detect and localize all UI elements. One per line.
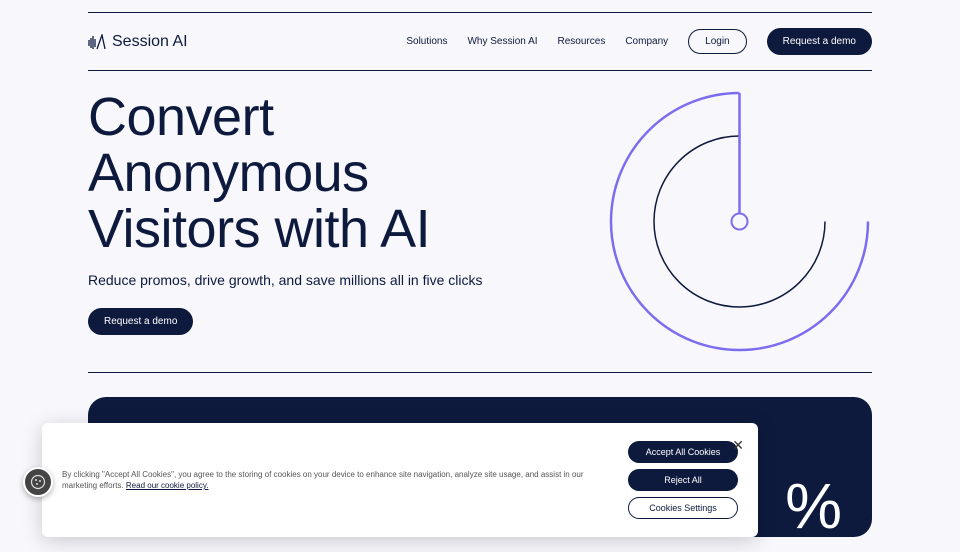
hero-section: Convert Anonymous Visitors with AI Reduc…: [88, 71, 872, 373]
nav-demo-button[interactable]: Request a demo: [767, 28, 872, 55]
brand-logo[interactable]: Session AI: [88, 33, 188, 51]
hero-graphic: [607, 89, 872, 354]
nav-link-solutions[interactable]: Solutions: [406, 36, 447, 47]
brand-name: Session AI: [112, 33, 188, 51]
accept-cookies-button[interactable]: Accept All Cookies: [628, 441, 738, 463]
nav-link-resources[interactable]: Resources: [558, 36, 606, 47]
hero-sub-plain: Reduce promos, drive growth, and save mi…: [88, 272, 390, 288]
nav-link-company[interactable]: Company: [625, 36, 668, 47]
hero-title-line2: Anonymous: [88, 143, 369, 203]
hero-demo-button[interactable]: Request a demo: [88, 308, 193, 335]
nav-right: Solutions Why Session AI Resources Compa…: [406, 28, 872, 55]
nav-link-why[interactable]: Why Session AI: [467, 36, 537, 47]
hero-title-line3: Visitors with AI: [88, 199, 430, 259]
hero-sub-bold: all in five clicks: [390, 272, 483, 288]
login-button[interactable]: Login: [688, 29, 746, 54]
cookie-banner: By clicking "Accept All Cookies", you ag…: [42, 423, 758, 537]
hero-copy: Convert Anonymous Visitors with AI Reduc…: [88, 89, 483, 354]
hero-title-line1: Convert: [88, 87, 274, 147]
reject-cookies-button[interactable]: Reject All: [628, 469, 738, 491]
hero-sub: Reduce promos, drive growth, and save mi…: [88, 271, 483, 290]
close-icon[interactable]: ✕: [732, 437, 744, 454]
cookie-buttons: Accept All Cookies Reject All Cookies Se…: [628, 441, 738, 519]
hero-title: Convert Anonymous Visitors with AI: [88, 89, 483, 257]
logo-icon: [88, 34, 106, 50]
percent-icon: %: [785, 469, 842, 537]
cookie-text: By clicking "Accept All Cookies", you ag…: [62, 469, 608, 491]
cookie-settings-button[interactable]: Cookies Settings: [628, 497, 738, 519]
cookie-policy-link[interactable]: Read our cookie policy.: [126, 481, 209, 490]
cookie-badge-icon[interactable]: [23, 467, 53, 497]
top-nav: Session AI Solutions Why Session AI Reso…: [88, 12, 872, 71]
radial-gauge-icon: [607, 89, 872, 354]
